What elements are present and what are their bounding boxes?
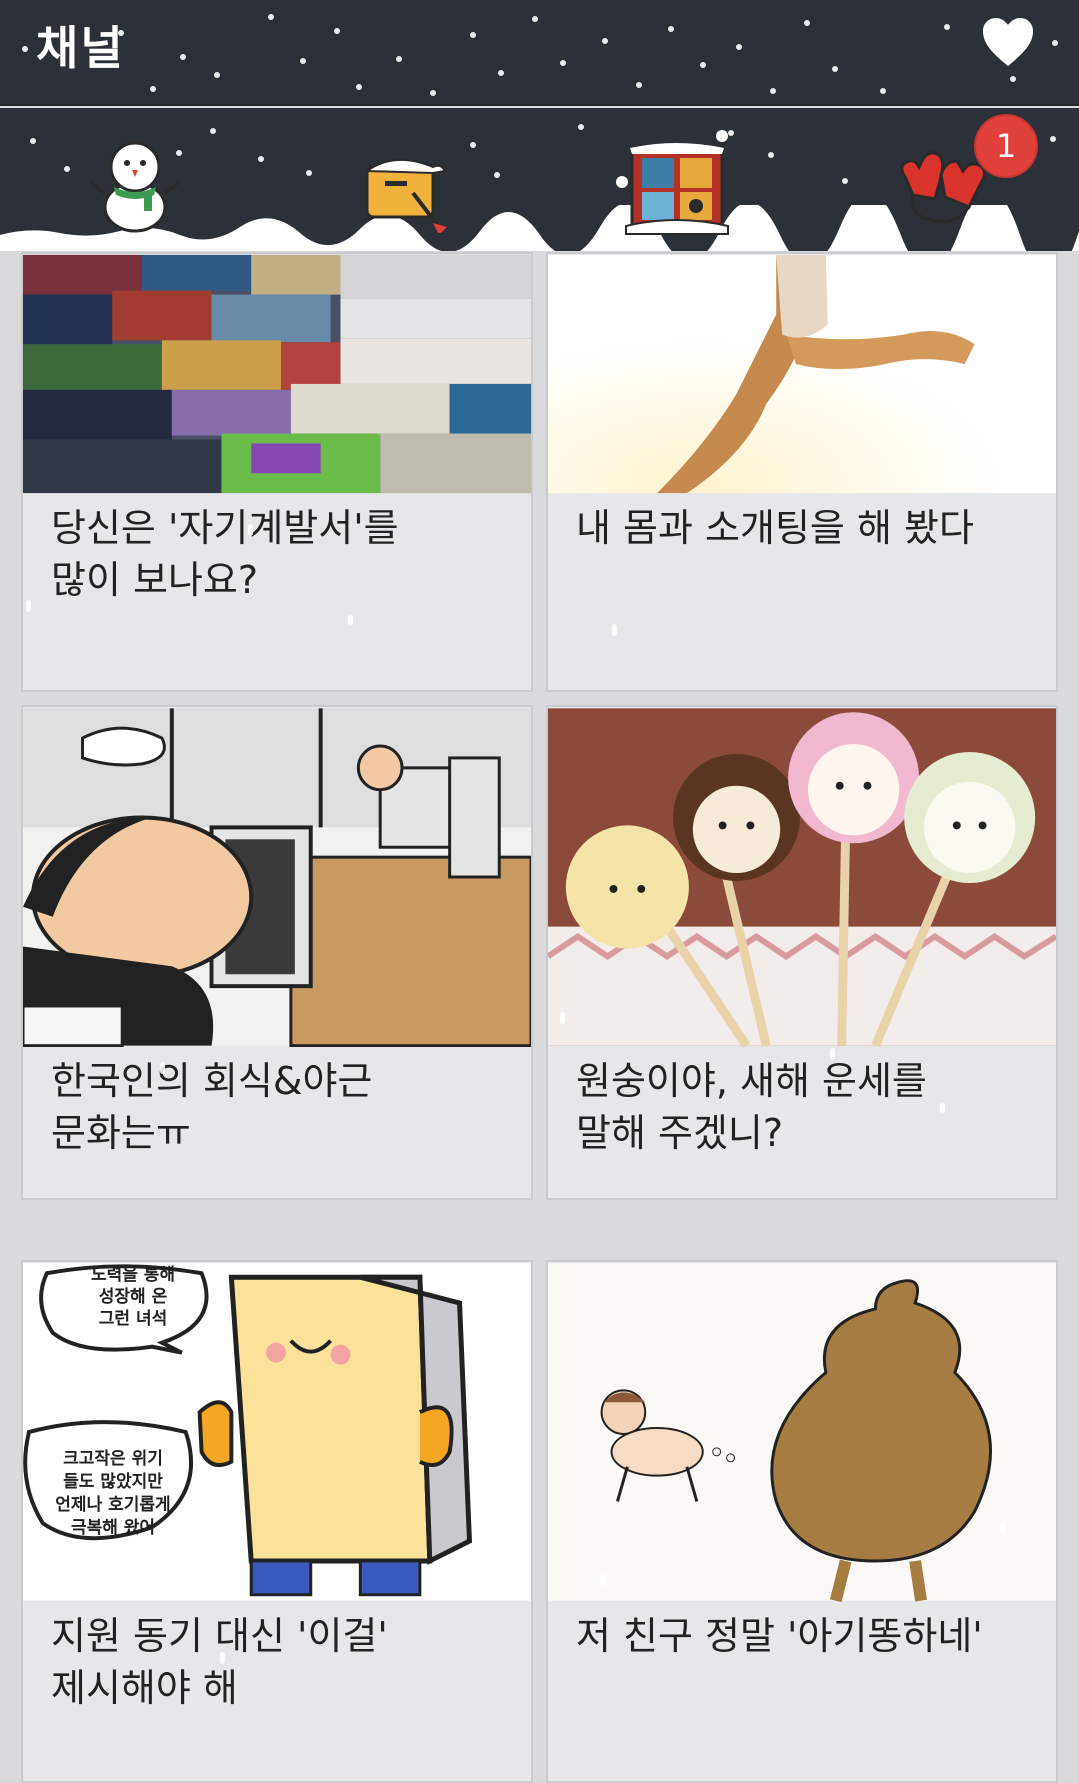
channel-card[interactable]: 노력을 통해 성장해 온 그런 녀석 크고작은 위기 들도 많았지만 언제나 호… [21,1260,533,1783]
card-caption: 내 몸과 소개팅을 해 봤다 [576,506,974,550]
favorites-button[interactable] [981,16,1035,68]
card-caption: 당신은 '자기계발서'를 많이 보나요? [51,506,399,602]
card-caption: 저 친구 정말 '아기똥하네' [576,1614,983,1658]
page-title: 채널 [36,21,125,75]
channel-card[interactable]: 당신은 '자기계발서'를 많이 보나요? [21,252,533,692]
baby-and-poop-cartoon-image [548,1263,1056,1602]
card-caption: 원숭이야, 새해 운세를 말해 주겠니? [576,1059,927,1155]
channel-card[interactable]: 한국인의 회식&야근 문화는ㅠ [21,705,533,1200]
notification-badge: 1 [974,114,1038,178]
office-worker-cartoon-image [23,708,531,1047]
channel-card[interactable]: 내 몸과 소개팅을 해 봤다 [546,252,1058,692]
snowman-icon [90,141,180,232]
tab-mailbox[interactable] [270,108,540,251]
books-stack-image [23,254,531,494]
app-header: 채널 [0,0,1079,106]
channel-card[interactable]: 원숭이야, 새해 운세를 말해 주겠니? [546,705,1058,1200]
speech-bubble-left: 크고작은 위기 들도 많았지만 언제나 호기롭게 극복해 왔어 [55,1449,171,1538]
channel-grid: 당신은 '자기계발서'를 많이 보나요? 내 몸과 소개팅을 해 봤다 한국인의… [0,252,1079,1783]
card-caption: 한국인의 회식&야근 문화는ㅠ [51,1059,373,1155]
tab-snowman[interactable] [0,108,270,251]
tab-mittens[interactable] [810,108,1079,251]
speech-bubble-top: 노력을 통해 성장해 온 그런 녀석 [90,1265,176,1329]
mailbox-icon [364,158,447,233]
heart-icon [983,18,1033,66]
window-icon [616,129,729,235]
channel-card[interactable]: 저 친구 정말 '아기똥하네' [546,1260,1058,1783]
tab-bar [0,108,1079,251]
animal-cake-pops-image [548,708,1056,1047]
snow-dots [0,0,1079,104]
tab-window[interactable] [540,108,810,251]
card-caption: 지원 동기 대신 '이걸' 제시해야 해 [51,1614,388,1710]
running-legs-sunlight-image [548,254,1056,494]
